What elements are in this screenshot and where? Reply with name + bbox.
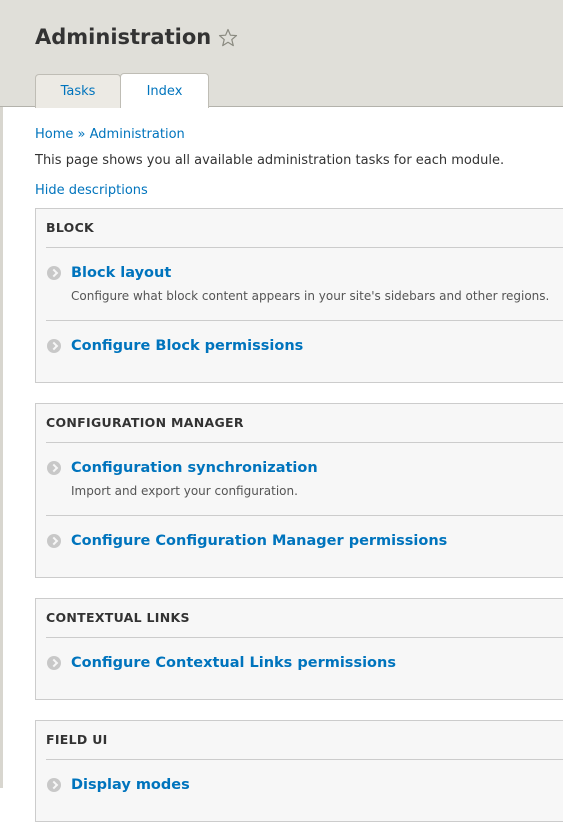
module-panel: BLOCK Block layout Configure what block co… bbox=[35, 208, 563, 383]
admin-task-row: Configure Configuration Manager permissi… bbox=[46, 532, 563, 550]
chevron-right-circle-icon bbox=[47, 534, 61, 548]
admin-task-row: Configure Contextual Links permissions bbox=[46, 654, 563, 672]
module-panels: BLOCK Block layout Configure what block co… bbox=[35, 208, 563, 822]
admin-task-item: Configuration synchronization Import and … bbox=[46, 443, 563, 516]
admin-task-link[interactable]: Block layout bbox=[71, 264, 171, 282]
tab-tasks[interactable]: Tasks bbox=[35, 74, 121, 108]
admin-task-description: Import and export your configuration. bbox=[71, 484, 298, 498]
chevron-right-circle-icon bbox=[47, 656, 61, 670]
module-panel: CONTEXTUAL LINKS Configure Contextual Lin… bbox=[35, 598, 563, 700]
chevron-right-circle-icon bbox=[47, 461, 61, 475]
admin-task-item: Display modes bbox=[46, 760, 563, 821]
breadcrumb-home[interactable]: Home bbox=[35, 127, 73, 142]
admin-task-row: Display modes bbox=[46, 776, 563, 794]
admin-task-link[interactable]: Configuration synchronization bbox=[71, 459, 318, 477]
breadcrumb: Home » Administration bbox=[35, 126, 563, 143]
admin-task-item: Configure Block permissions bbox=[46, 321, 563, 382]
chevron-right-circle-icon bbox=[47, 266, 61, 280]
admin-task-link[interactable]: Configure Contextual Links permissions bbox=[71, 654, 396, 672]
admin-task-description: Configure what block content appears in … bbox=[71, 289, 550, 303]
admin-task-link[interactable]: Display modes bbox=[71, 776, 190, 794]
admin-task-row: Configure Block permissions bbox=[46, 337, 563, 355]
admin-task-row: Configuration synchronization bbox=[46, 459, 563, 477]
primary-tabs: Tasks Index bbox=[35, 73, 209, 108]
admin-task-link[interactable]: Configure Configuration Manager permissi… bbox=[71, 532, 447, 550]
module-panel: FIELD UI Display modes bbox=[35, 720, 563, 822]
breadcrumb-separator: » bbox=[77, 127, 86, 142]
star-outline-icon[interactable] bbox=[218, 27, 238, 47]
window-left-edge bbox=[0, 0, 3, 788]
panel-title: CONFIGURATION MANAGER bbox=[46, 404, 563, 443]
admin-task-row: Block layout bbox=[46, 264, 563, 282]
page-title: Administration bbox=[35, 23, 238, 51]
chevron-right-circle-icon bbox=[47, 778, 61, 792]
module-panel: CONFIGURATION MANAGER Configuration synch… bbox=[35, 403, 563, 578]
page-title-text: Administration bbox=[35, 25, 212, 49]
panel-title: BLOCK bbox=[46, 209, 563, 248]
page-header: Administration Tasks Index bbox=[0, 0, 563, 108]
breadcrumb-administration[interactable]: Administration bbox=[90, 127, 185, 142]
main-content: Home » Administration This page shows yo… bbox=[0, 126, 563, 822]
panel-title: CONTEXTUAL LINKS bbox=[46, 599, 563, 638]
admin-task-item: Configure Configuration Manager permissi… bbox=[46, 516, 563, 577]
chevron-right-circle-icon bbox=[47, 339, 61, 353]
admin-task-link[interactable]: Configure Block permissions bbox=[71, 337, 303, 355]
page-intro-text: This page shows you all available admini… bbox=[35, 153, 505, 168]
admin-task-item: Configure Contextual Links permissions bbox=[46, 638, 563, 699]
hide-descriptions-link[interactable]: Hide descriptions bbox=[35, 182, 563, 199]
panel-title: FIELD UI bbox=[46, 721, 563, 760]
tab-index[interactable]: Index bbox=[120, 73, 209, 108]
admin-task-item: Block layout Configure what block content… bbox=[46, 248, 563, 321]
